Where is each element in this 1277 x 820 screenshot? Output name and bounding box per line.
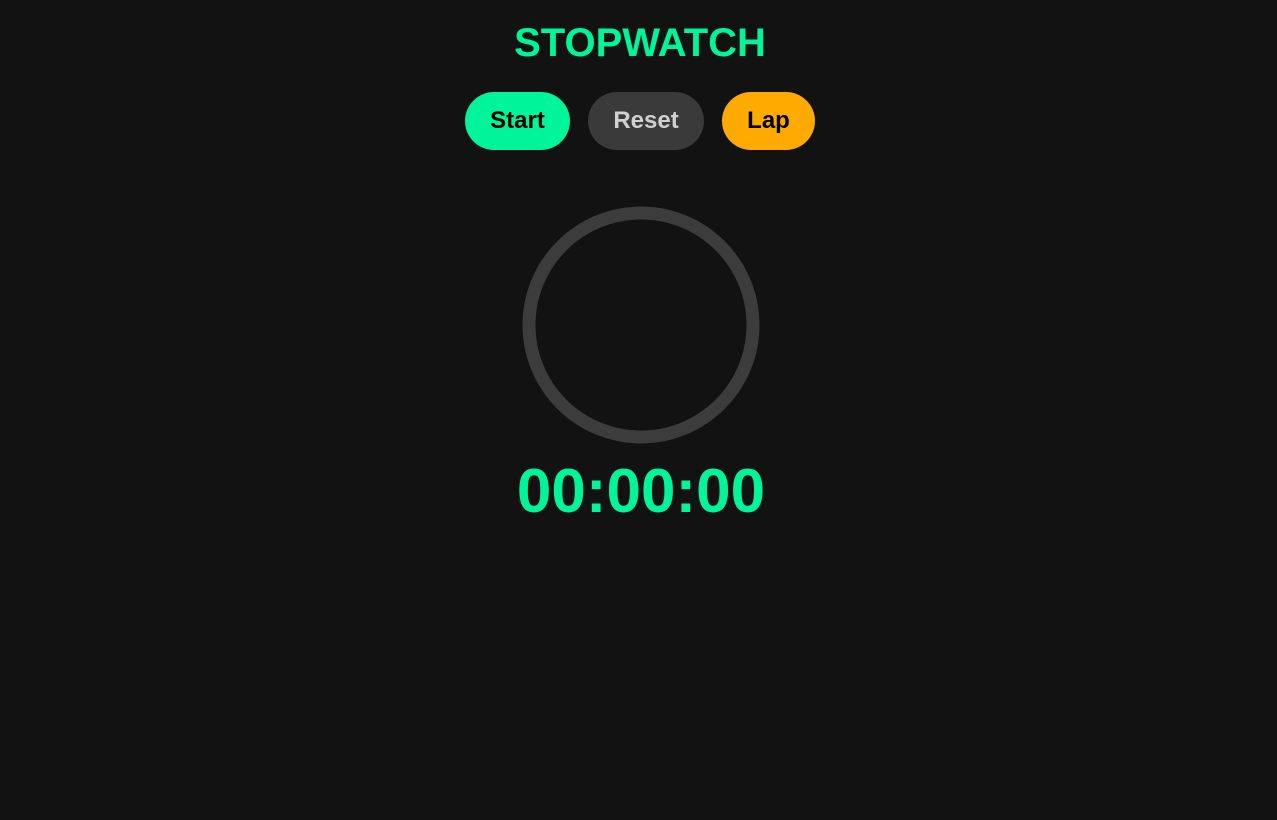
progress-ring-icon <box>522 206 760 444</box>
reset-button[interactable]: Reset <box>588 92 704 150</box>
controls-bar: Start Reset Lap <box>0 92 1277 150</box>
page-title: STOPWATCH <box>514 21 766 65</box>
stopwatch-app: STOPWATCH Start Reset Lap 00:00:00 <box>0 0 1277 820</box>
start-button[interactable]: Start <box>465 92 570 150</box>
time-display: 00:00:00 <box>516 457 766 526</box>
lap-button[interactable]: Lap <box>722 92 815 150</box>
progress-ring-track <box>522 206 760 444</box>
